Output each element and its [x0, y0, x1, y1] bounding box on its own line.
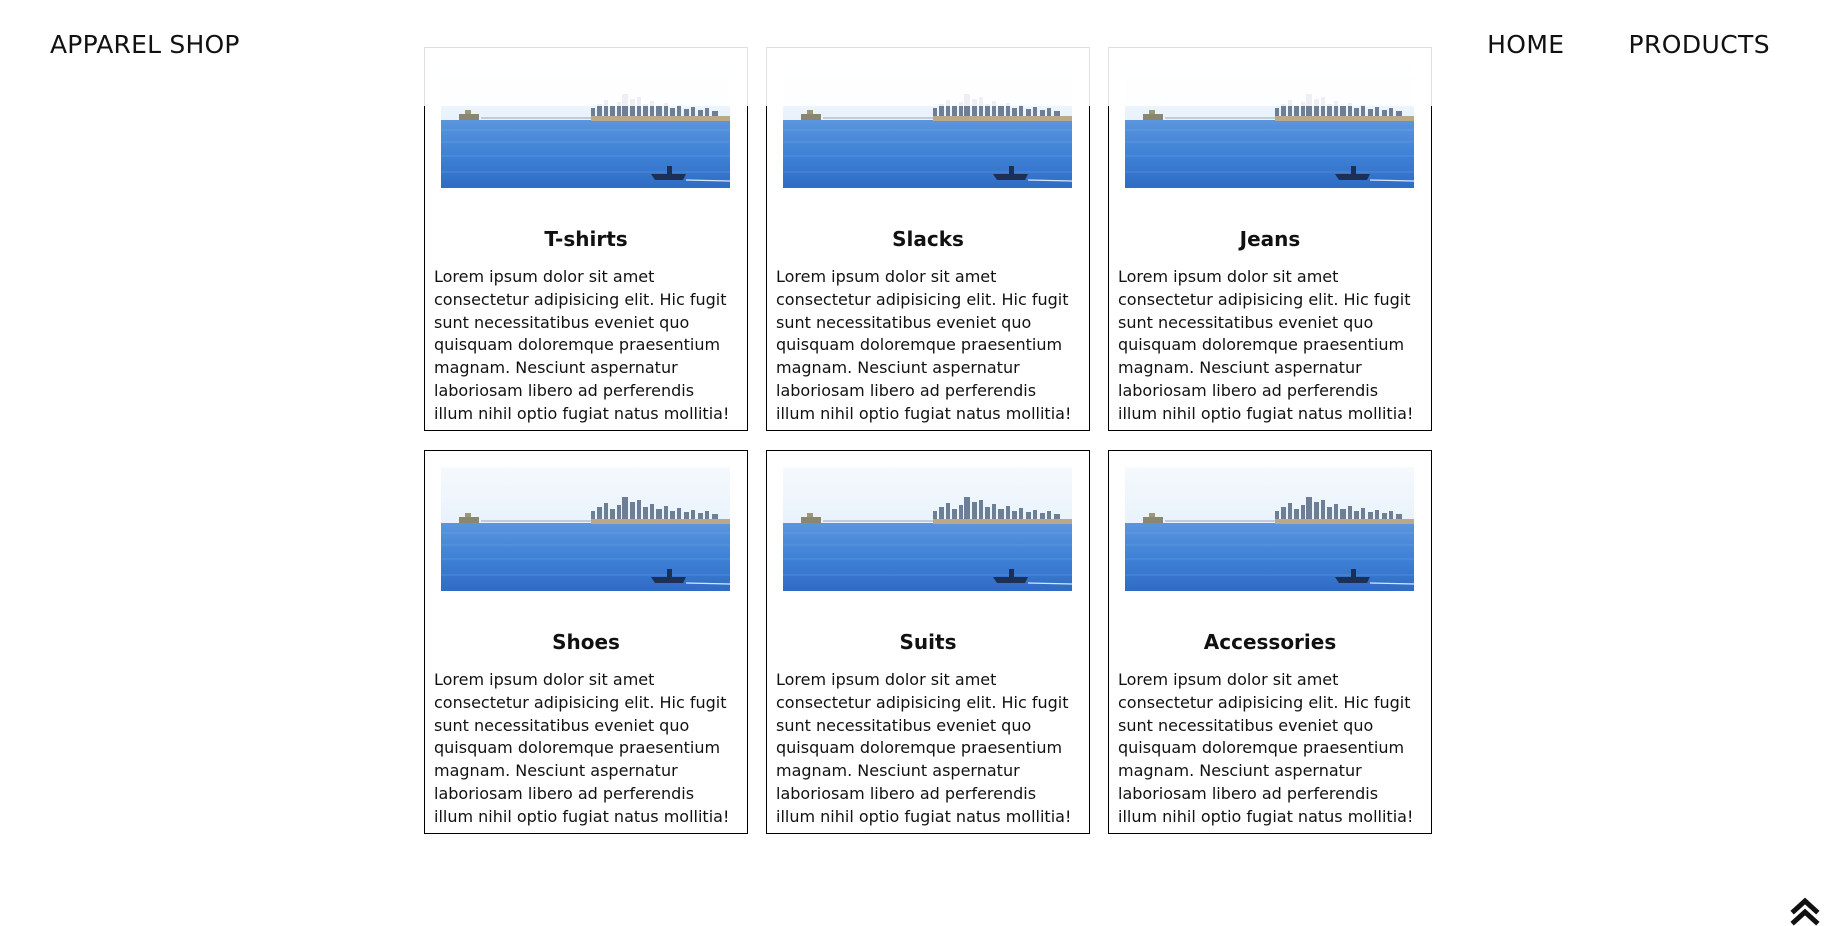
product-title: Accessories: [1203, 630, 1337, 654]
product-card[interactable]: Suits Lorem ipsum dolor sit amet consect…: [766, 450, 1090, 834]
product-description: Lorem ipsum dolor sit amet consectetur a…: [1118, 267, 1414, 423]
product-title: Jeans: [1239, 227, 1301, 251]
product-card[interactable]: Shoes Lorem ipsum dolor sit amet consect…: [424, 450, 748, 834]
site-header: APPAREL SHOP HOME PRODUCTS: [0, 0, 1834, 106]
product-image: [441, 467, 730, 591]
product-description: Lorem ipsum dolor sit amet consectetur a…: [434, 670, 730, 826]
product-title: Slacks: [892, 227, 964, 251]
product-title: T-shirts: [544, 227, 628, 251]
product-card[interactable]: Accessories Lorem ipsum dolor sit amet c…: [1108, 450, 1432, 834]
main-nav: HOME PRODUCTS: [1487, 30, 1770, 59]
product-image: [783, 467, 1072, 591]
product-description: Lorem ipsum dolor sit amet consectetur a…: [1118, 670, 1414, 826]
product-image: [1125, 467, 1414, 591]
product-description: Lorem ipsum dolor sit amet consectetur a…: [776, 670, 1072, 826]
site-logo[interactable]: APPAREL SHOP: [50, 30, 240, 59]
product-title: Suits: [899, 630, 957, 654]
nav-home-link[interactable]: HOME: [1487, 30, 1564, 59]
product-title: Shoes: [552, 630, 620, 654]
nav-products-link[interactable]: PRODUCTS: [1629, 30, 1770, 59]
product-description: Lorem ipsum dolor sit amet consectetur a…: [434, 267, 730, 423]
product-description: Lorem ipsum dolor sit amet consectetur a…: [776, 267, 1072, 423]
double-chevron-up-icon[interactable]: [1790, 896, 1820, 926]
product-grid: T-shirts Lorem ipsum dolor sit amet cons…: [424, 47, 1432, 834]
